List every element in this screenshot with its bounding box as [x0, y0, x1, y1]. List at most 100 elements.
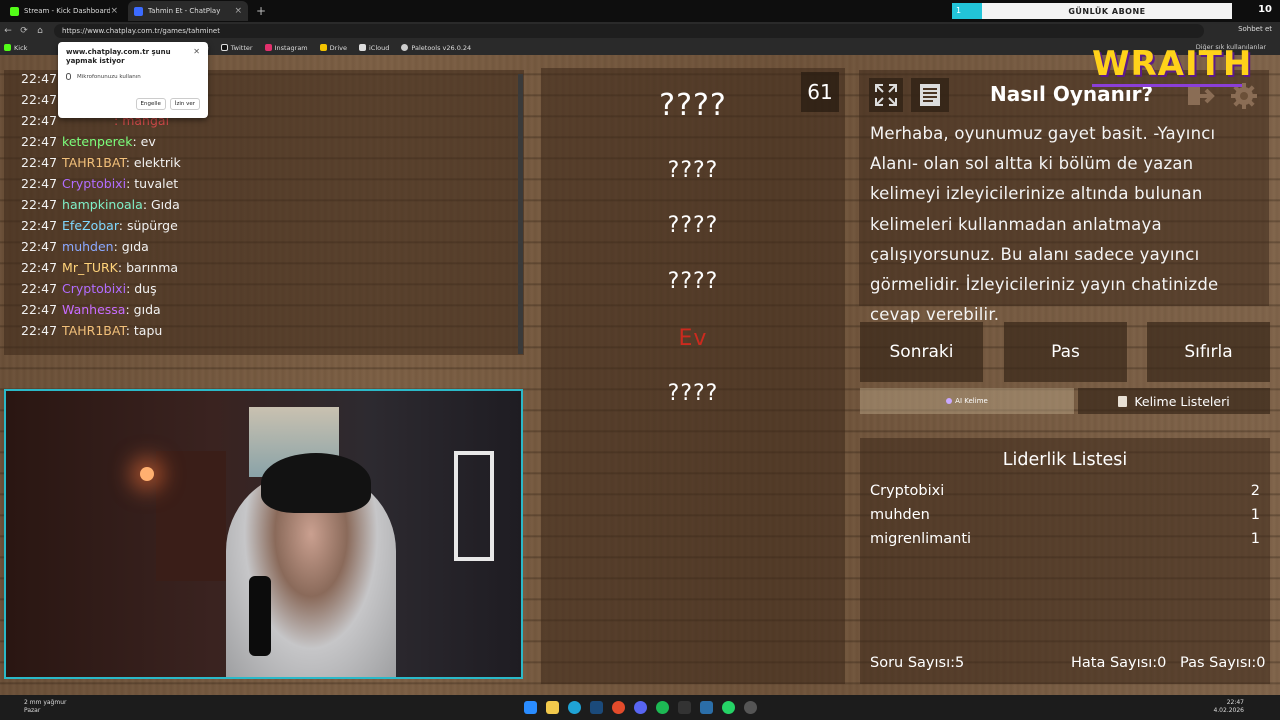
close-icon[interactable]: ×	[234, 6, 242, 16]
close-icon[interactable]: ×	[110, 6, 118, 16]
block-button[interactable]: Engelle	[135, 98, 166, 110]
chat-username[interactable]: Mr_TURK	[62, 260, 118, 275]
leaderboard-row: Cryptobixi 2	[870, 483, 1260, 503]
tab-counter: 10	[1258, 4, 1272, 15]
player-name: muhden	[870, 507, 930, 523]
ai-word-label: AI Kelime	[955, 397, 988, 405]
popup-request-text: Mikrofonunuzu kullanın	[77, 73, 141, 80]
edge-icon[interactable]	[568, 701, 581, 714]
rules-document-icon[interactable]	[911, 78, 949, 112]
chat-time: 22:47	[21, 134, 58, 149]
player-score: 1	[1250, 531, 1260, 547]
wall-shelf	[454, 451, 494, 561]
bookmark-label: Instagram	[274, 43, 308, 52]
home-icon[interactable]: ⌂	[32, 26, 48, 36]
tab-kick-dashboard[interactable]: Stream - Kick Dashboard ×	[4, 1, 124, 21]
fullscreen-icon[interactable]	[869, 78, 903, 112]
chat-message: 22:47 muhden: gıda	[21, 239, 149, 254]
chat-text: gıda	[133, 302, 161, 317]
weather-text: 2 mm yağmur	[24, 699, 67, 706]
discord-icon[interactable]	[634, 701, 647, 714]
whatsapp-icon[interactable]	[722, 701, 735, 714]
next-button[interactable]: Sonraki	[860, 322, 983, 382]
chat-username[interactable]: hampkinoala	[62, 197, 143, 212]
chat-text: tapu	[133, 323, 163, 338]
ai-word-button[interactable]: AI Kelime	[860, 388, 1074, 414]
chat-scrollbar[interactable]	[518, 74, 523, 354]
steam-icon[interactable]	[590, 701, 603, 714]
new-tab-icon[interactable]: +	[256, 4, 266, 18]
popup-title: www.chatplay.com.tr şunu yapmak istiyor	[66, 48, 171, 65]
chat-message: 22:47	[21, 71, 62, 86]
app-icon[interactable]	[678, 701, 691, 714]
file-explorer-icon[interactable]	[546, 701, 559, 714]
instagram-icon	[264, 44, 272, 51]
bookmark-icloud[interactable]: iCloud	[358, 44, 389, 52]
chat-text: elektrik	[133, 155, 181, 170]
overlay-logo-underline	[1092, 84, 1242, 87]
chat-username[interactable]: Wanhessa	[62, 302, 125, 317]
ai-icon	[946, 398, 953, 404]
app-icon[interactable]	[744, 701, 757, 714]
chat-message: 22:47 EfeZobar: süpürge	[21, 218, 178, 233]
tab-label: Stream - Kick Dashboard	[24, 7, 111, 15]
chat-username[interactable]: Cryptobixi	[62, 176, 126, 191]
chat-separator: :	[118, 218, 127, 233]
bookmark-instagram[interactable]: Instagram	[264, 43, 308, 52]
weather-widget[interactable]: 2 mm yağmur Pazar	[24, 699, 66, 715]
mic-permission-popup: www.chatplay.com.tr şunu yapmak istiyor …	[58, 42, 208, 118]
reset-button[interactable]: Sıfırla	[1147, 322, 1270, 382]
clock-time: 22:47	[1226, 699, 1244, 706]
chat-time: 22:47	[21, 155, 58, 170]
pass-button[interactable]: Pas	[1004, 322, 1127, 382]
brave-icon[interactable]	[612, 701, 625, 714]
streamer-hat	[261, 453, 371, 513]
chat-separator: :	[132, 134, 141, 149]
bookmark-twitter[interactable]: Twitter	[220, 44, 253, 52]
allow-button[interactable]: İzin ver	[169, 98, 200, 110]
player-score: 1	[1250, 507, 1260, 523]
chat-separator: :	[125, 302, 134, 317]
chat-username[interactable]: TAHR1BAT	[62, 155, 126, 170]
address-bar[interactable]: https://www.chatplay.com.tr/games/tahmin…	[54, 24, 1204, 38]
copilot-chat-button[interactable]: Sohbet et	[1238, 25, 1272, 33]
bookmark-label: Drive	[329, 43, 347, 52]
chat-username[interactable]: muhden	[62, 239, 114, 254]
chat-message: 22:47 Wanhessa: gıda	[21, 302, 161, 317]
chat-time: 22:47	[21, 323, 58, 338]
hidden-word: ????	[659, 88, 727, 123]
chat-message: 22:47	[21, 92, 62, 107]
chat-username[interactable]: Cryptobixi	[62, 281, 126, 296]
close-icon[interactable]: ✕	[193, 47, 200, 56]
chat-message: 22:47 ketenperek: ev	[21, 134, 156, 149]
chat-time: 22:47	[21, 197, 58, 212]
chat-username[interactable]: EfeZobar	[62, 218, 119, 233]
chat-separator: :	[125, 323, 134, 338]
word-lists-button[interactable]: Kelime Listeleri	[1078, 388, 1270, 414]
lamp-light	[140, 467, 154, 481]
chat-message: 22:47 TAHR1BAT: elektrik	[21, 155, 181, 170]
microphone-icon	[66, 73, 71, 80]
system-clock[interactable]: 22:47 4.02.2026	[1213, 699, 1244, 715]
error-count: Hata Sayısı:0	[1071, 655, 1167, 671]
chat-time: 22:47	[21, 302, 58, 317]
leaderboard-panel	[860, 438, 1270, 684]
bookmark-paletools[interactable]: Paletools v26.0.24	[401, 44, 471, 52]
bookmark-drive[interactable]: Drive	[319, 43, 347, 52]
chat-username[interactable]: ketenperek	[62, 134, 132, 149]
back-icon[interactable]: ←	[0, 26, 16, 36]
chat-message: 22:47 Cryptobixi: tuvalet	[21, 176, 178, 191]
app-icon[interactable]	[700, 701, 713, 714]
chat-username[interactable]: TAHR1BAT	[62, 323, 126, 338]
start-icon[interactable]	[524, 701, 537, 714]
spotify-icon[interactable]	[656, 701, 669, 714]
chat-text: tuvalet	[134, 176, 179, 191]
subscriber-goal-label: GÜNLÜK ABONE	[1068, 6, 1146, 16]
refresh-icon[interactable]: ⟳	[16, 26, 32, 36]
chat-message: 22:47 Mr_TURK: barınma	[21, 260, 178, 275]
bookmark-kick[interactable]: Kick	[4, 44, 27, 52]
tab-chatplay[interactable]: Tahmin Et - ChatPlay ×	[128, 1, 248, 21]
hidden-word: ????	[667, 158, 719, 183]
drive-icon	[319, 44, 327, 51]
chat-message: 22:47 Cryptobixi: duş	[21, 281, 157, 296]
